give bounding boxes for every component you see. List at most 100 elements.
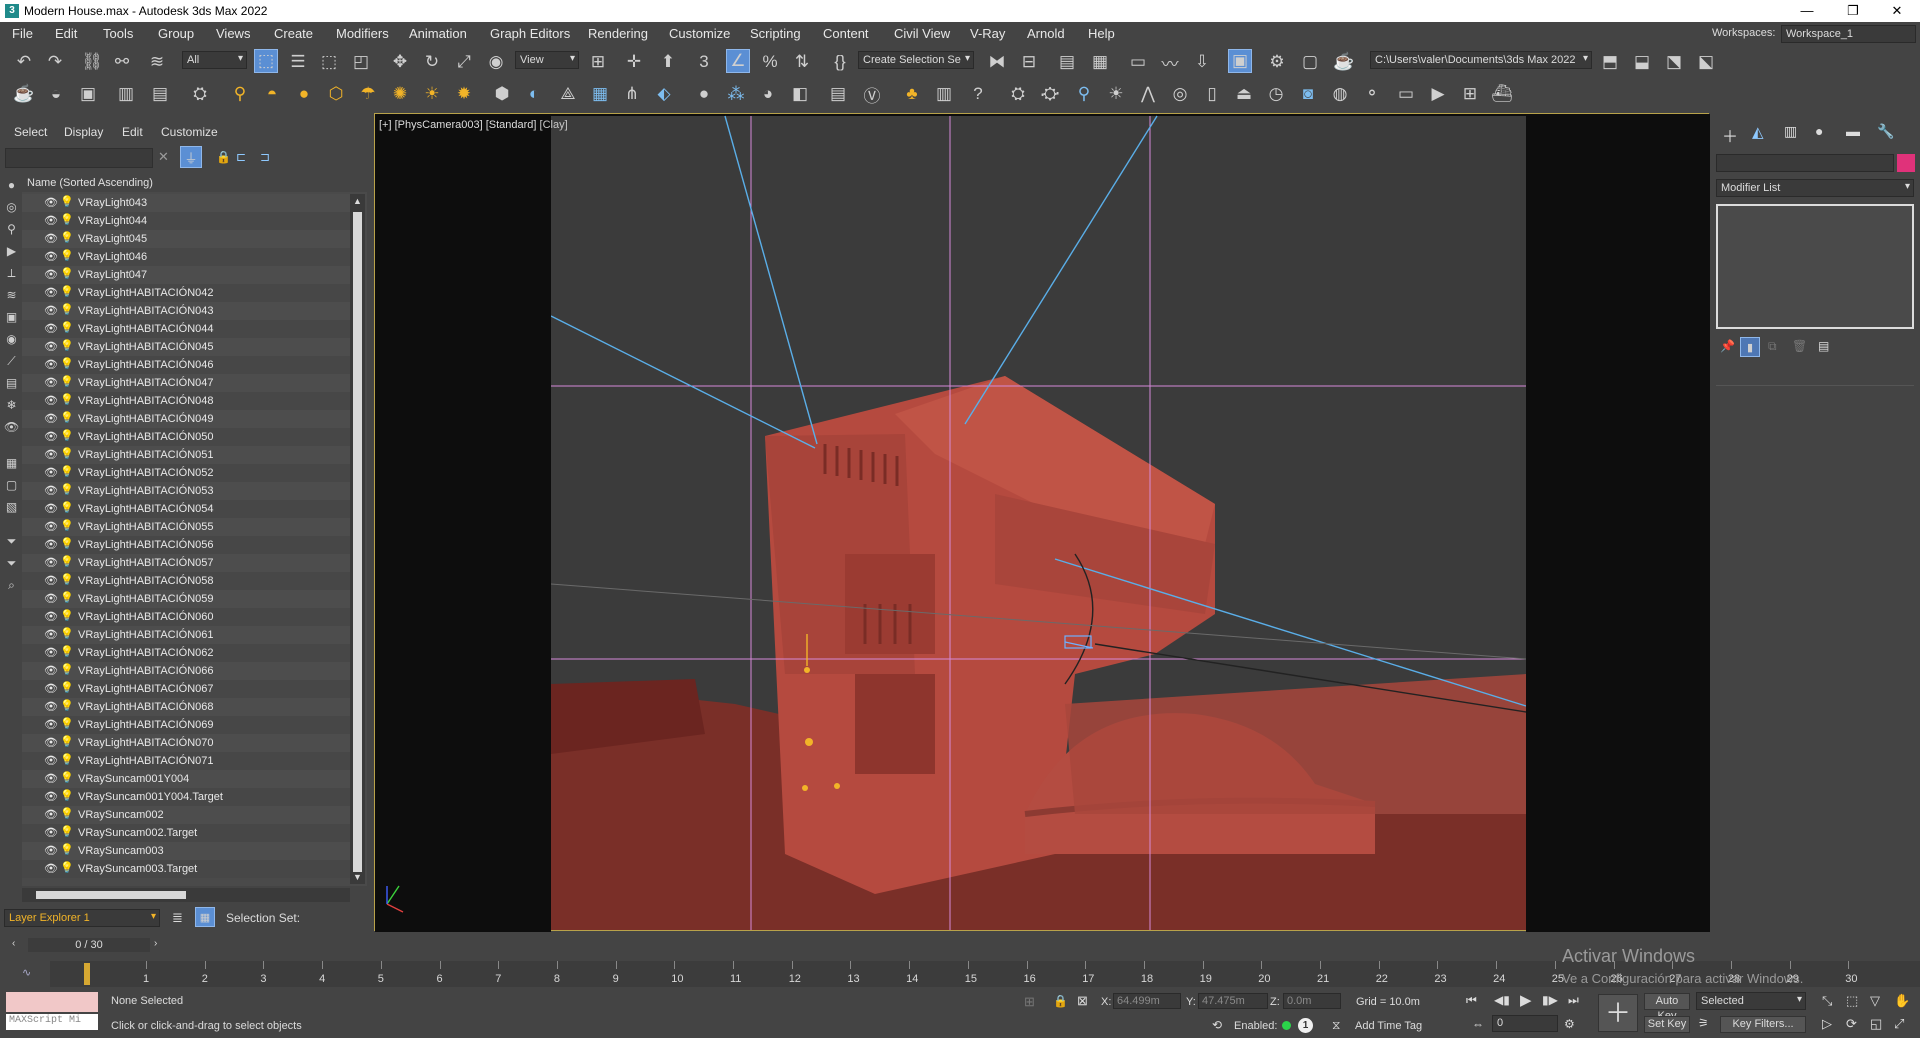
- menu-animation[interactable]: Animation: [409, 26, 467, 41]
- material-assign-icon[interactable]: ◕: [756, 82, 780, 106]
- visibility-eye-icon[interactable]: 👁: [44, 826, 58, 839]
- restore-button[interactable]: ❐: [1830, 0, 1876, 22]
- hierarchy-icon[interactable]: ⊏: [236, 150, 246, 164]
- visibility-eye-icon[interactable]: 👁: [44, 484, 58, 497]
- arnold-render-view-icon[interactable]: ▶: [1426, 82, 1450, 106]
- zoom-extents-all-icon[interactable]: ⬚: [1846, 993, 1858, 1009]
- light-bulb-icon[interactable]: 💡: [60, 483, 74, 496]
- visibility-eye-icon[interactable]: 👁: [44, 394, 58, 407]
- scene-search-input[interactable]: [5, 148, 153, 168]
- display-lights-icon[interactable]: ⚲: [4, 222, 19, 237]
- project-folder-dropdown[interactable]: C:\Users\valer\Documents\3ds Max 2022: [1370, 51, 1592, 69]
- visibility-eye-icon[interactable]: 👁: [44, 520, 58, 533]
- list-item[interactable]: 👁 💡 VRayLightHABITACIÓN059: [22, 590, 350, 608]
- visibility-eye-icon[interactable]: 👁: [44, 610, 58, 623]
- time-cursor[interactable]: [84, 963, 90, 985]
- previous-frame-icon[interactable]: ◀▮: [1494, 993, 1510, 1007]
- go-to-start-icon[interactable]: ⏮: [1466, 993, 1477, 1008]
- adaptive-degradation-icon[interactable]: ⟲: [1212, 1018, 1222, 1032]
- list-item[interactable]: 👁 💡 VRaySuncam002: [22, 806, 350, 824]
- project-icon-4[interactable]: ⬕: [1694, 50, 1718, 74]
- material-editor-icon[interactable]: ▣: [1228, 49, 1252, 73]
- project-icon-1[interactable]: ⬒: [1598, 50, 1622, 74]
- light-bulb-icon[interactable]: 💡: [60, 663, 74, 676]
- list-item[interactable]: 👁 💡 VRayLightHABITACIÓN067: [22, 680, 350, 698]
- find-icon[interactable]: ⌕: [4, 578, 19, 593]
- material-convert-icon[interactable]: ◧: [788, 82, 812, 106]
- visibility-eye-icon[interactable]: 👁: [44, 502, 58, 515]
- display-helpers-icon[interactable]: ⟂: [4, 266, 19, 281]
- light-bulb-icon[interactable]: 💡: [60, 699, 74, 712]
- list-item[interactable]: 👁 💡 VRaySuncam002.Target: [22, 824, 350, 842]
- tab-select[interactable]: Select: [14, 125, 47, 139]
- list-item[interactable]: 👁 💡 VRayLightHABITACIÓN071: [22, 752, 350, 770]
- filter-settings-icon[interactable]: ⏷: [4, 556, 19, 571]
- vray-vfb-icon[interactable]: ▦: [588, 82, 612, 106]
- menu-arnold[interactable]: Arnold: [1027, 26, 1065, 41]
- display-containers-icon[interactable]: ▤: [4, 376, 19, 391]
- mini-curve-editor-icon[interactable]: ∿: [22, 966, 31, 979]
- light-bulb-icon[interactable]: 💡: [60, 447, 74, 460]
- display-frozen-icon[interactable]: ❄: [4, 398, 19, 413]
- material-sphere-icon[interactable]: ●: [692, 82, 716, 106]
- visibility-eye-icon[interactable]: 👁: [44, 574, 58, 587]
- maximize-viewport-icon[interactable]: ◱: [1870, 1016, 1882, 1032]
- display-shapes-icon[interactable]: ◎: [4, 200, 19, 215]
- current-frame-field[interactable]: 0: [1492, 1015, 1558, 1032]
- z-coordinate-field[interactable]: 0.0m: [1283, 993, 1341, 1009]
- vray-lister-icon[interactable]: ▤: [826, 82, 850, 106]
- light-bulb-icon[interactable]: 💡: [60, 321, 74, 334]
- viewport-camera[interactable]: [+] [PhysCamera003] [Standard] [Clay]: [374, 113, 1710, 932]
- render-setup-icon[interactable]: ⚙: [1265, 50, 1289, 74]
- pan-icon[interactable]: ✋: [1894, 993, 1910, 1009]
- display-tab-icon[interactable]: ▬: [1846, 123, 1860, 139]
- menu-views[interactable]: Views: [216, 26, 250, 41]
- viewport-menu-plus[interactable]: [+]: [379, 119, 392, 131]
- undo-icon[interactable]: ↶: [12, 50, 36, 74]
- visibility-eye-icon[interactable]: 👁: [44, 232, 58, 245]
- visibility-eye-icon[interactable]: 👁: [44, 466, 58, 479]
- menu-help[interactable]: Help: [1088, 26, 1115, 41]
- select-object-icon[interactable]: ⬚: [254, 49, 278, 73]
- list-item[interactable]: 👁 💡 VRayLightHABITACIÓN048: [22, 392, 350, 410]
- layer-explorer-icon[interactable]: ▦: [1088, 50, 1112, 74]
- tab-customize[interactable]: Customize: [161, 125, 218, 139]
- light-bulb-icon[interactable]: 💡: [60, 501, 74, 514]
- time-configuration-icon[interactable]: ⚙: [1564, 1017, 1575, 1031]
- key-selection-dropdown[interactable]: Selected: [1696, 992, 1806, 1010]
- arnold-shader-icon[interactable]: ◍: [1328, 82, 1352, 106]
- light-bulb-icon[interactable]: 💡: [60, 231, 74, 244]
- list-item[interactable]: 👁 💡 VRaySuncam003.Target: [22, 860, 350, 878]
- light-bulb-icon[interactable]: 💡: [60, 537, 74, 550]
- menu-content[interactable]: Content: [823, 26, 869, 41]
- visibility-eye-icon[interactable]: 👁: [44, 538, 58, 551]
- viewport-camera-label[interactable]: [PhysCamera003]: [395, 119, 483, 131]
- vray-light-icon[interactable]: ⚲: [228, 82, 252, 106]
- list-item[interactable]: 👁 💡 VRayLightHABITACIÓN056: [22, 536, 350, 554]
- menu-graph-editors[interactable]: Graph Editors: [490, 26, 570, 41]
- list-item[interactable]: 👁 💡 VRayLightHABITACIÓN049: [22, 410, 350, 428]
- visibility-eye-icon[interactable]: 👁: [44, 718, 58, 731]
- display-invert-icon[interactable]: ▧: [4, 500, 19, 515]
- visibility-eye-icon[interactable]: 👁: [44, 628, 58, 641]
- arnold-teapot-icon[interactable]: ◷: [1264, 82, 1288, 106]
- display-xrefs-icon[interactable]: ◉: [4, 332, 19, 347]
- light-bulb-icon[interactable]: 💡: [60, 573, 74, 586]
- scale-icon[interactable]: ⤢: [452, 50, 476, 74]
- light-bulb-icon[interactable]: 💡: [60, 753, 74, 766]
- object-color-swatch[interactable]: [1897, 154, 1915, 172]
- visibility-eye-icon[interactable]: 👁: [44, 358, 58, 371]
- visibility-eye-icon[interactable]: 👁: [44, 196, 58, 209]
- tab-edit[interactable]: Edit: [122, 125, 143, 139]
- angle-snap-icon[interactable]: ∠: [726, 49, 750, 73]
- menu-customize[interactable]: Customize: [669, 26, 730, 41]
- visibility-eye-icon[interactable]: 👁: [44, 790, 58, 803]
- viewport-standard-label[interactable]: [Standard]: [486, 119, 537, 131]
- arnold-photometric-icon[interactable]: ⏏: [1232, 82, 1256, 106]
- vray-cube-icon[interactable]: ⬢: [490, 82, 514, 106]
- list-item[interactable]: 👁 💡 VRayLightHABITACIÓN052: [22, 464, 350, 482]
- list-item[interactable]: 👁 💡 VRayLightHABITACIÓN051: [22, 446, 350, 464]
- list-item[interactable]: 👁 💡 VRayLightHABITACIÓN058: [22, 572, 350, 590]
- arnold-light-icon[interactable]: ⚲: [1072, 82, 1096, 106]
- light-bulb-icon[interactable]: 💡: [60, 519, 74, 532]
